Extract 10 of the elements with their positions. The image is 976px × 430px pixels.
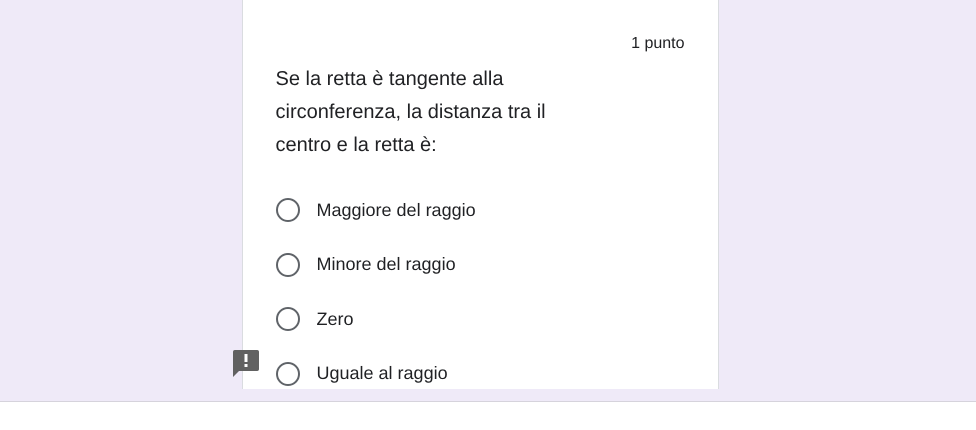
answer-option[interactable]: Minore del raggio — [276, 252, 684, 276]
answer-option[interactable]: Uguale al raggio — [276, 362, 684, 386]
radio-button[interactable] — [276, 307, 300, 331]
question-text: Se la retta è tangente alla circonferenza, la distanza tra il centro e la retta è: — [276, 67, 547, 158]
points-label: 1 punto — [631, 35, 684, 53]
radio-button[interactable] — [276, 198, 300, 222]
radio-button[interactable] — [276, 252, 300, 276]
answer-option[interactable]: Zero — [276, 307, 684, 331]
answer-option[interactable]: Maggiore del raggio — [276, 198, 684, 222]
radio-button[interactable] — [276, 362, 300, 386]
